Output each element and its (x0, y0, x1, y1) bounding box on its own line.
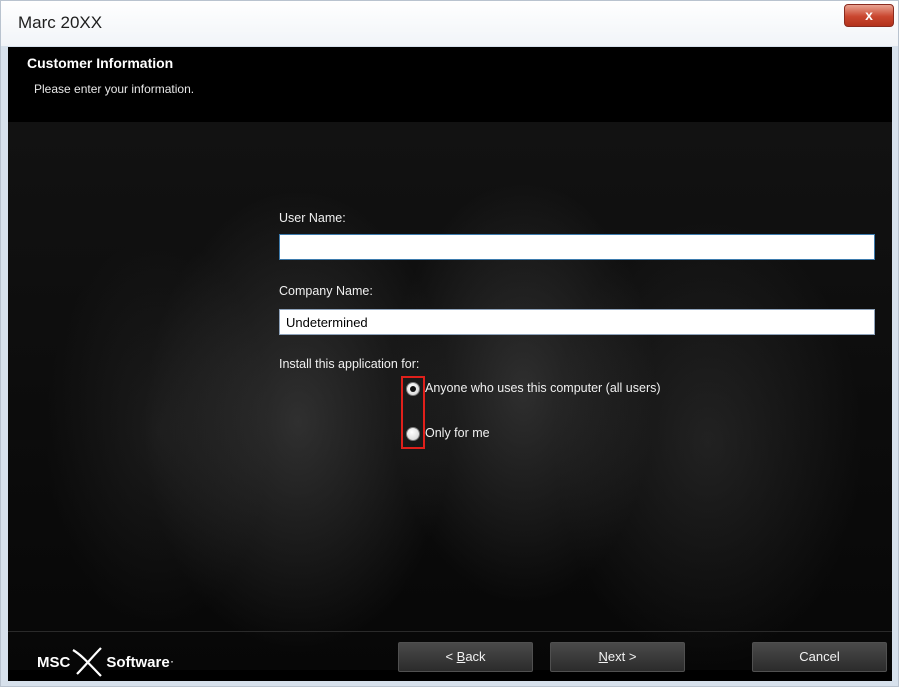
user-name-input[interactable] (279, 234, 875, 260)
logo-trademark: · (170, 657, 174, 667)
cancel-button-label: Cancel (799, 649, 840, 664)
highlight-box (401, 376, 425, 449)
logo-text-msc: MSC (37, 653, 71, 671)
back-button-rest: ack (465, 649, 486, 664)
close-button[interactable]: x (844, 4, 894, 27)
radio-label-only-me: Only for me (425, 426, 490, 440)
window-title: Marc 20XX (18, 13, 103, 32)
back-button[interactable]: < Back (398, 642, 533, 672)
logo-text-software: Software (106, 653, 170, 671)
user-name-label: User Name: (279, 211, 346, 225)
next-button-rest: ext > (607, 649, 637, 664)
radio-label-all-users: Anyone who uses this computer (all users… (425, 381, 661, 395)
radio-all-users[interactable]: Anyone who uses this computer (all users… (406, 380, 706, 400)
title-bar[interactable]: Marc 20XX x (1, 1, 898, 46)
close-icon: x (865, 7, 873, 23)
radio-only-me[interactable]: Only for me (406, 425, 606, 445)
footer-divider (8, 631, 892, 632)
install-for-label: Install this application for: (279, 357, 420, 371)
company-name-label: Company Name: (279, 284, 373, 298)
page-subtitle: Please enter your information. (34, 82, 195, 96)
logo-x-icon (72, 647, 103, 677)
msc-software-logo: MSC Software · (37, 647, 174, 677)
back-button-prefix: < (445, 649, 457, 664)
dialog-client-area (8, 47, 892, 681)
company-name-input[interactable] (279, 309, 875, 335)
next-button-mnemonic: N (598, 649, 608, 664)
installer-window: Marc 20XX x Customer Information Please … (0, 0, 899, 687)
page-title: Customer Information (27, 55, 174, 71)
cancel-button[interactable]: Cancel (752, 642, 887, 672)
next-button[interactable]: Next > (550, 642, 685, 672)
